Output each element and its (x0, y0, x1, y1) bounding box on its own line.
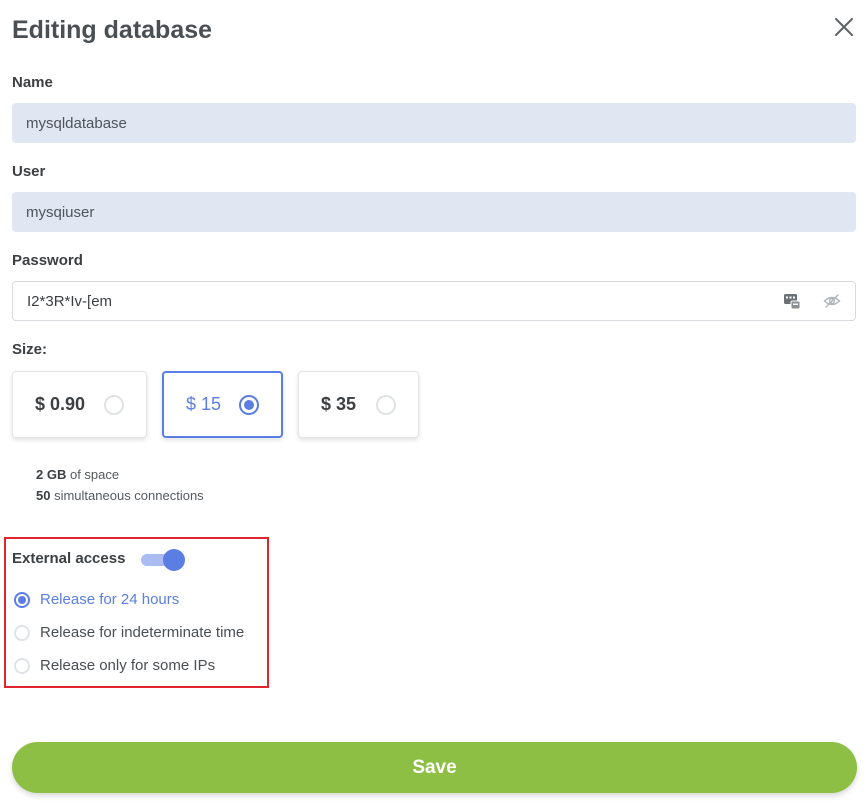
size-option-15[interactable]: $ 15 (162, 371, 283, 438)
access-option-indeterminate[interactable]: Release for indeterminate time (14, 624, 244, 641)
space-value: 2 GB (36, 467, 67, 482)
access-radio[interactable] (14, 657, 30, 674)
user-value: mysqiuser (26, 203, 95, 221)
save-button[interactable]: Save (12, 742, 857, 793)
toggle-knob (163, 549, 185, 571)
dialog-title: Editing database (12, 16, 213, 44)
close-icon[interactable] (831, 14, 857, 40)
access-option-label: Release only for some IPs (40, 657, 216, 674)
password-value: I2*3R*Iv-[em (27, 292, 113, 310)
hide-password-icon[interactable] (823, 292, 841, 310)
generate-password-icon[interactable] (783, 292, 801, 310)
size-price: $ 35 (321, 394, 357, 414)
size-radio[interactable] (104, 394, 124, 415)
external-access-label: External access (12, 550, 126, 567)
access-radio[interactable] (14, 591, 30, 608)
size-label: Size: (12, 341, 48, 358)
password-label: Password (12, 252, 83, 269)
access-radio[interactable] (14, 624, 30, 641)
access-option-24-hours[interactable]: Release for 24 hours (14, 591, 179, 608)
space-text: of space (69, 467, 120, 482)
size-price: $ 15 (186, 394, 222, 414)
name-field[interactable]: mysqldatabase (12, 103, 856, 143)
external-access-toggle[interactable] (141, 549, 185, 571)
connections-spec: 50 simultaneous connections (36, 485, 204, 506)
space-spec: 2 GB of space (36, 464, 204, 485)
name-value: mysqldatabase (26, 114, 127, 132)
size-radio[interactable] (239, 394, 259, 415)
size-option-0-90[interactable]: $ 0.90 (12, 371, 147, 438)
access-option-some-ips[interactable]: Release only for some IPs (14, 657, 215, 674)
size-option-35[interactable]: $ 35 (298, 371, 419, 438)
connections-value: 50 (36, 488, 51, 503)
size-specs: 2 GB of space 50 simultaneous connection… (36, 464, 204, 506)
user-label: User (12, 163, 46, 180)
access-option-label: Release for 24 hours (40, 591, 180, 608)
size-radio[interactable] (376, 394, 396, 415)
access-option-label: Release for indeterminate time (40, 624, 245, 641)
password-actions (783, 292, 841, 310)
edit-database-dialog: Editing database Name mysqldatabase User… (0, 0, 865, 806)
user-field[interactable]: mysqiuser (12, 192, 856, 232)
password-field[interactable]: I2*3R*Iv-[em (12, 281, 856, 321)
connections-text: simultaneous connections (54, 488, 204, 503)
size-price: $ 0.90 (35, 394, 86, 414)
name-label: Name (12, 74, 53, 91)
